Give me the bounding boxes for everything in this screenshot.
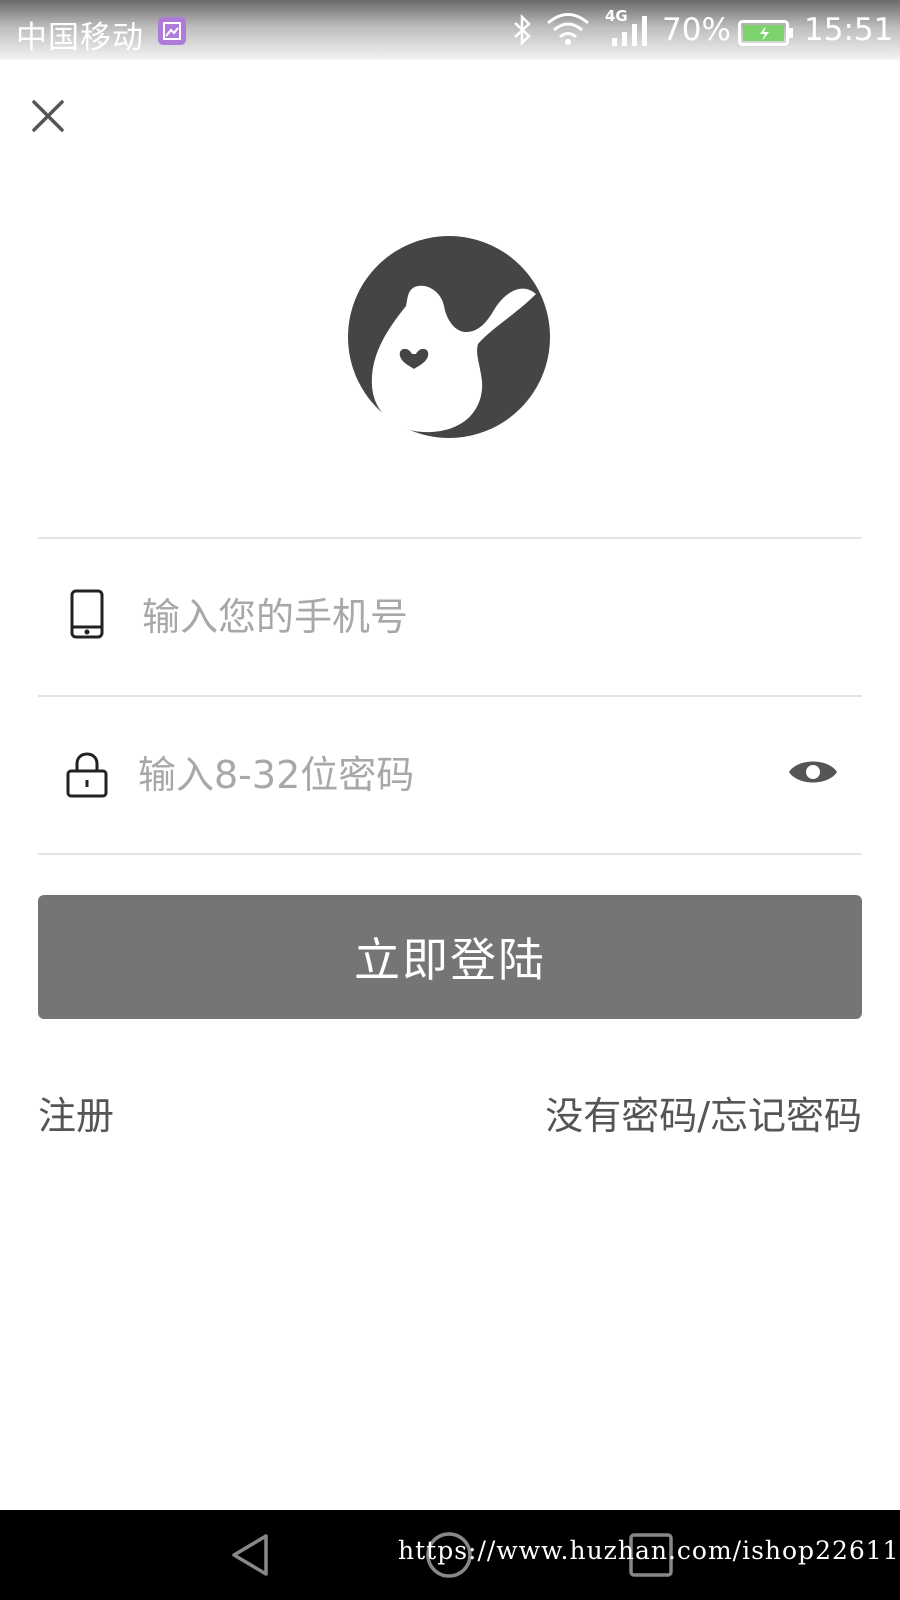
carrier-name: 中国移动 xyxy=(16,20,144,56)
battery-percent: 70% xyxy=(662,12,731,48)
forgot-password-link[interactable]: 没有密码/忘记密码 xyxy=(545,1085,862,1140)
clock: 15:51 xyxy=(804,12,894,48)
phone-icon xyxy=(70,589,104,639)
signal-icon xyxy=(610,14,654,56)
battery-icon xyxy=(738,18,794,54)
register-link[interactable]: 注册 xyxy=(38,1085,114,1140)
password-row xyxy=(38,697,862,853)
bluetooth-icon xyxy=(510,13,534,54)
rabbit-heart-logo xyxy=(348,236,550,438)
lock-icon xyxy=(66,752,108,798)
app-logo xyxy=(348,236,550,438)
close-button[interactable] xyxy=(24,92,72,140)
eye-icon xyxy=(789,761,837,783)
status-bar: 中国移动 4G 70% 15:51 xyxy=(0,0,900,60)
navigation-bar: https://www.huzhan.com/ishop22611 xyxy=(0,1510,900,1600)
back-triangle-icon[interactable] xyxy=(226,1530,276,1580)
phone-input[interactable] xyxy=(142,589,822,645)
watermark-text: https://www.huzhan.com/ishop22611 xyxy=(398,1536,900,1565)
login-button[interactable]: 立即登陆 xyxy=(38,895,862,1019)
divider-bottom xyxy=(38,853,862,855)
gallery-icon xyxy=(158,17,186,45)
password-input[interactable] xyxy=(138,747,758,803)
wifi-icon xyxy=(546,12,590,54)
close-icon xyxy=(32,100,64,132)
phone-row xyxy=(38,539,862,695)
password-visibility-toggle[interactable] xyxy=(786,752,840,792)
